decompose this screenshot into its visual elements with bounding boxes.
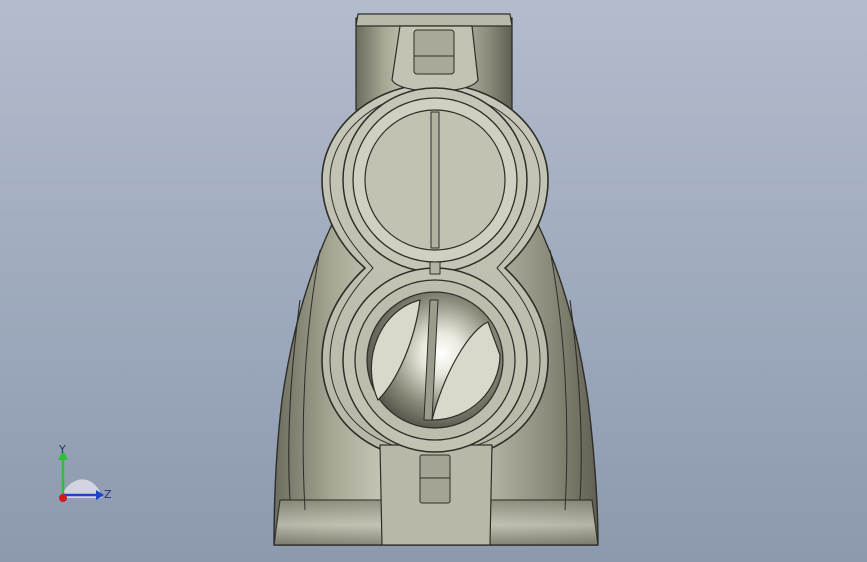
y-axis-label: Y (58, 443, 66, 456)
x-axis-origin (59, 494, 67, 502)
part-model[interactable] (273, 13, 599, 546)
cap-junction (429, 261, 441, 275)
top-rim (355, 13, 513, 27)
z-axis-label: Z (104, 488, 112, 501)
cad-viewport[interactable]: Y Z (0, 0, 867, 562)
upper-cap-slot (430, 111, 440, 249)
z-axis-arrow (96, 490, 104, 500)
orientation-triad: Y Z (58, 443, 112, 502)
top-latch-slot (413, 29, 455, 75)
bottom-latch-slot (419, 454, 451, 504)
